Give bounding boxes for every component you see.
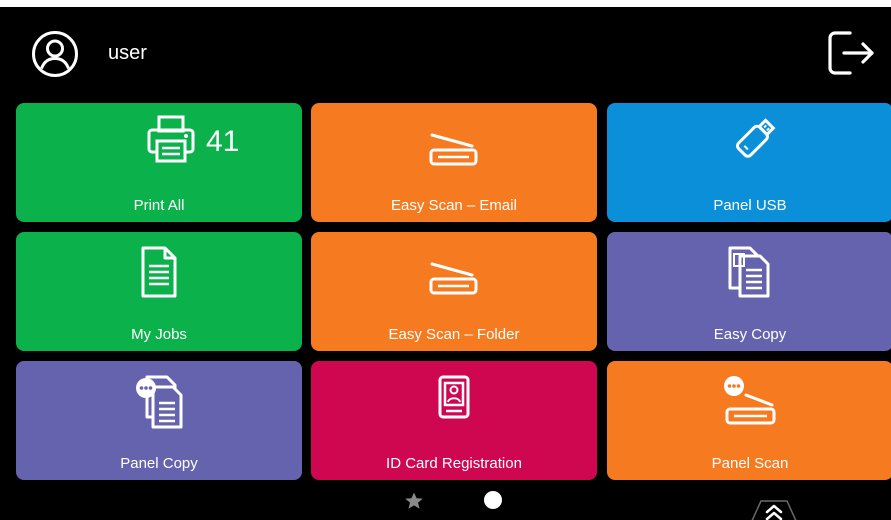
panel-copy-icon bbox=[133, 373, 185, 434]
scanner-icon bbox=[426, 244, 482, 301]
page-dot-icon[interactable] bbox=[484, 491, 502, 509]
logout-icon[interactable] bbox=[826, 27, 878, 79]
tile-panel-copy[interactable]: Panel Copy bbox=[16, 361, 302, 480]
star-icon[interactable] bbox=[404, 491, 424, 511]
tile-panel-scan[interactable]: Panel Scan bbox=[607, 361, 891, 480]
terminal-screen: user 41 Print All Easy Scan – Email Pane… bbox=[0, 7, 891, 520]
tile-easy-scan-folder[interactable]: Easy Scan – Folder bbox=[311, 232, 597, 351]
tile-label: Easy Scan – Folder bbox=[388, 326, 520, 343]
tile-print-all[interactable]: 41 Print All bbox=[16, 103, 302, 222]
user-avatar-icon[interactable] bbox=[31, 30, 79, 78]
tile-label: Print All bbox=[133, 197, 185, 214]
page-indicator bbox=[0, 489, 891, 520]
tile-easy-copy[interactable]: Easy Copy bbox=[607, 232, 891, 351]
copy-documents-icon bbox=[724, 244, 776, 305]
tile-label: My Jobs bbox=[131, 326, 187, 343]
scanner-icon bbox=[426, 115, 482, 172]
tile-label: Panel Scan bbox=[711, 455, 789, 472]
printer-icon bbox=[145, 113, 199, 170]
header-bar: user bbox=[0, 7, 891, 102]
tile-my-jobs[interactable]: My Jobs bbox=[16, 232, 302, 351]
username-label: user bbox=[108, 42, 147, 64]
print-job-count-badge: 41 bbox=[206, 125, 240, 158]
tile-label: Panel Copy bbox=[120, 455, 198, 472]
tile-label: Easy Copy bbox=[713, 326, 787, 343]
id-card-icon bbox=[436, 373, 472, 434]
tile-label: Easy Scan – Email bbox=[391, 197, 517, 214]
chevron-up-double-icon[interactable] bbox=[748, 499, 800, 520]
tile-id-card-registration[interactable]: ID Card Registration bbox=[311, 361, 597, 480]
tile-label: Panel USB bbox=[713, 197, 787, 214]
tile-label: ID Card Registration bbox=[386, 455, 522, 472]
panel-scan-icon bbox=[720, 373, 780, 434]
tile-easy-scan-email[interactable]: Easy Scan – Email bbox=[311, 103, 597, 222]
document-icon bbox=[139, 244, 179, 305]
usb-icon bbox=[722, 115, 778, 176]
tile-panel-usb[interactable]: Panel USB bbox=[607, 103, 891, 222]
